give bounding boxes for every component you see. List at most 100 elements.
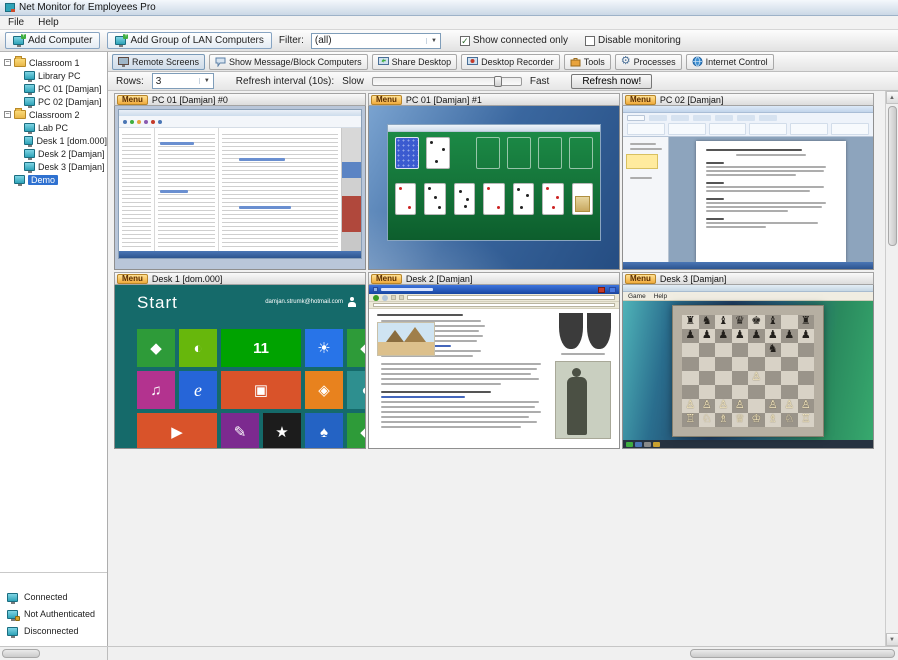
- main-toolbar: + Add Computer + Add Group of LAN Comput…: [0, 30, 898, 52]
- filter-select[interactable]: (all) ▼: [311, 33, 441, 49]
- thumbnail-menu-button[interactable]: Menu: [625, 274, 656, 284]
- remote-screens-icon: [118, 57, 129, 67]
- sidebar-divider: [0, 572, 107, 574]
- legend-connected: Connected: [7, 592, 95, 602]
- chess-square: [682, 385, 699, 399]
- tree-item-pc-01[interactable]: PC 01 [Damjan]: [0, 82, 107, 95]
- connected-status-icon: [7, 593, 18, 602]
- remote-screen-web-browser[interactable]: [368, 285, 620, 449]
- chess-square: [682, 343, 699, 357]
- bottom-scroll-strip: [0, 646, 898, 660]
- thumbnail-pc02: Menu PC 02 [Damjan]: [622, 93, 874, 270]
- tree-item-library-pc[interactable]: Library PC: [0, 69, 107, 82]
- slider-thumb[interactable]: [494, 76, 502, 87]
- show-connected-checkbox[interactable]: ✓: [460, 36, 470, 46]
- partial-tile-1: ◆: [347, 329, 365, 367]
- user-avatar-icon: [347, 297, 357, 307]
- refresh-interval-slider[interactable]: [372, 77, 522, 86]
- remote-screen-solitaire[interactable]: [368, 106, 620, 270]
- vertical-scroll-thumb[interactable]: [888, 106, 897, 246]
- thumbnail-menu-button[interactable]: Menu: [371, 95, 402, 105]
- chess-square: [798, 385, 815, 399]
- chess-square: ♟: [699, 329, 716, 343]
- disable-monitoring-checkbox[interactable]: [585, 36, 595, 46]
- thumbnail-menu-button[interactable]: Menu: [371, 274, 402, 284]
- legend-not-authenticated: Not Authenticated: [7, 609, 95, 619]
- tree-item-classroom-2[interactable]: − Classroom 2: [0, 108, 107, 121]
- remote-screen-code-editor[interactable]: [114, 106, 366, 270]
- scroll-up-arrow[interactable]: ▲: [886, 91, 898, 104]
- disable-monitoring-checkbox-row[interactable]: Disable monitoring: [585, 35, 681, 46]
- menu-help[interactable]: Help: [38, 17, 59, 28]
- chess-square: ♚: [748, 315, 765, 329]
- main-horizontal-scrollbar[interactable]: [108, 647, 898, 660]
- thumbnail-header: Menu PC 01 [Damjan] #0: [114, 93, 366, 106]
- tree-item-desk-3[interactable]: Desk 3 [Damjan]: [0, 160, 107, 173]
- sidebar-scroll-thumb[interactable]: [2, 649, 40, 658]
- refresh-now-button[interactable]: Refresh now!: [571, 74, 652, 89]
- computer-icon: [24, 84, 35, 93]
- chess-square: ♟: [781, 329, 798, 343]
- filter-label: Filter:: [279, 35, 304, 46]
- legend-disconnected: Disconnected: [7, 626, 95, 636]
- processes-button[interactable]: ⚙ Processes: [615, 54, 682, 70]
- computer-tree-panel: − Classroom 1 Library PC PC 01 [Damjan] …: [0, 52, 108, 646]
- remote-taskbar: [623, 440, 873, 448]
- not-authenticated-status-icon: [7, 610, 18, 619]
- remote-screen-chess-game[interactable]: Game Help ♜♞♝♛♚♝♜♟♟♟♟♟♟♟♟♞♙♙♙♙♙♙♙♙♖♘♗♕♔♗…: [622, 285, 874, 449]
- tree-item-pc-02[interactable]: PC 02 [Damjan]: [0, 95, 107, 108]
- chess-square: [715, 357, 732, 371]
- tree-item-demo-selected[interactable]: Demo: [0, 173, 107, 186]
- share-desktop-button[interactable]: Share Desktop: [372, 54, 458, 70]
- remote-screen-windows8-start[interactable]: Start damjan.strumk@hotmail.com ◆◐11☀◆♫e…: [114, 285, 366, 449]
- internet-control-button[interactable]: Internet Control: [686, 54, 774, 70]
- remote-screen-word-document[interactable]: [622, 106, 874, 270]
- tree-item-desk-1[interactable]: Desk 1 [dom.000]: [0, 134, 107, 147]
- thumbnail-title: Desk 1 [dom.000]: [152, 274, 223, 284]
- tree-item-lab-pc[interactable]: Lab PC: [0, 121, 107, 134]
- chess-square: ♝: [765, 315, 782, 329]
- games-tile: ◐: [179, 329, 217, 367]
- rows-select[interactable]: 3 ▼: [152, 73, 214, 89]
- tree-item-desk-2[interactable]: Desk 2 [Damjan]: [0, 147, 107, 160]
- horizontal-scroll-thumb[interactable]: [690, 649, 895, 658]
- messaging-tile: ✎: [221, 413, 259, 449]
- thumbnail-menu-button[interactable]: Menu: [117, 95, 148, 105]
- toolbox-icon: [570, 57, 581, 67]
- chess-square: [765, 357, 782, 371]
- chess-square: [798, 343, 815, 357]
- chess-square: ♖: [682, 413, 699, 427]
- desktop-recorder-icon: [467, 57, 478, 67]
- thumbnail-desk1: Menu Desk 1 [dom.000] Start damjan.strum…: [114, 272, 366, 449]
- scroll-down-arrow[interactable]: ▼: [886, 633, 898, 646]
- thumbnail-menu-button[interactable]: Menu: [117, 274, 148, 284]
- menu-file[interactable]: File: [8, 17, 24, 28]
- remote-screens-button[interactable]: Remote Screens: [112, 54, 205, 70]
- music-tile: ♫: [137, 371, 175, 409]
- add-computer-button[interactable]: + Add Computer: [5, 32, 100, 49]
- chess-square: ♙: [765, 399, 782, 413]
- thumbnail-menu-button[interactable]: Menu: [625, 95, 656, 105]
- computer-icon: [24, 136, 33, 145]
- tools-button[interactable]: Tools: [564, 54, 611, 70]
- collapse-icon[interactable]: −: [4, 59, 11, 66]
- tree-item-classroom-1[interactable]: − Classroom 1: [0, 56, 107, 69]
- chess-square: ♙: [699, 399, 716, 413]
- add-group-button[interactable]: + Add Group of LAN Computers: [107, 32, 271, 49]
- collapse-icon[interactable]: −: [4, 111, 11, 118]
- show-connected-checkbox-row[interactable]: ✓ Show connected only: [460, 35, 568, 46]
- close-icon: [598, 287, 605, 293]
- chess-square: [699, 343, 716, 357]
- vertical-scrollbar[interactable]: ▲ ▼: [885, 91, 898, 646]
- thumbnail-header: Menu Desk 3 [Damjan]: [622, 272, 874, 285]
- add-computer-label: Add Computer: [28, 35, 92, 46]
- desktop-recorder-button[interactable]: Desktop Recorder: [461, 54, 560, 70]
- chess-square: ♛: [732, 315, 749, 329]
- add-computer-icon: +: [13, 36, 24, 45]
- show-message-block-button[interactable]: Show Message/Block Computers: [209, 54, 368, 70]
- chess-square: [699, 371, 716, 385]
- weather-tile: ☀: [305, 329, 343, 367]
- people-tile: ◈: [305, 371, 343, 409]
- thumbnail-title: PC 02 [Damjan]: [660, 95, 724, 105]
- sidebar-horizontal-scrollbar[interactable]: [0, 647, 108, 660]
